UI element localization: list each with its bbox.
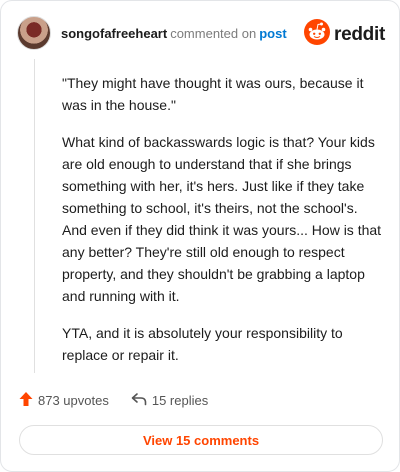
reddit-logo-icon: [304, 19, 331, 50]
reply-count: 15 replies: [151, 392, 209, 408]
comment-card: songofafreeheart commented on post reddit: [0, 0, 400, 472]
thread-line[interactable]: [34, 59, 35, 373]
comment-body: "They might have thought it was ours, be…: [62, 72, 382, 381]
comment-paragraph-main: What kind of backasswards logic is that?…: [62, 134, 382, 304]
avatar[interactable]: [17, 16, 51, 50]
comment-paragraph-verdict: YTA, and it is absolutely your responsib…: [62, 325, 343, 363]
comment-header: songofafreeheart commented on post reddit: [17, 15, 385, 51]
comment-paragraph-quote: "They might have thought it was ours, be…: [62, 75, 364, 113]
username[interactable]: songofafreeheart: [61, 26, 167, 41]
reply-metric[interactable]: 15 replies: [131, 392, 208, 409]
byline: songofafreeheart commented on post: [61, 26, 287, 41]
upvote-icon[interactable]: [19, 391, 33, 410]
reddit-brand[interactable]: reddit: [304, 19, 385, 50]
upvote-metric[interactable]: 873 upvotes: [19, 391, 109, 410]
upvote-count: 873 upvotes: [38, 392, 109, 408]
reply-icon[interactable]: [131, 392, 147, 409]
post-link[interactable]: post: [259, 26, 286, 41]
reddit-wordmark: reddit: [334, 23, 385, 45]
action-text: commented on: [170, 25, 257, 41]
view-comments-button[interactable]: View 15 comments: [19, 425, 383, 455]
comment-footer: 873 upvotes 15 replies: [19, 389, 230, 411]
